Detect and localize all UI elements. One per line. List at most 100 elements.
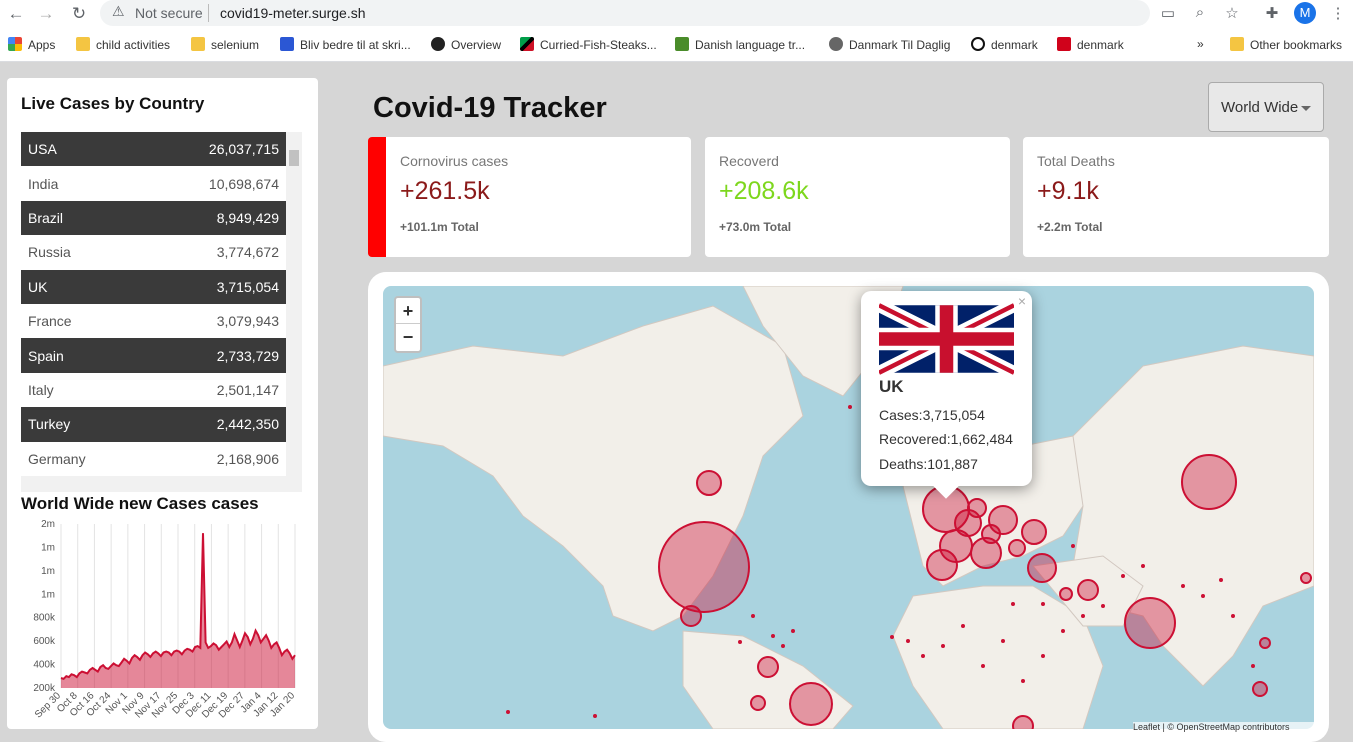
- circle-ukraine[interactable]: [1021, 519, 1047, 545]
- case-dot[interactable]: [1041, 654, 1045, 658]
- case-dot[interactable]: [921, 654, 925, 658]
- table-row[interactable]: Italy 2,501,147: [21, 372, 286, 408]
- table-row[interactable]: Spain 2,733,729: [21, 338, 286, 373]
- cast-icon[interactable]: ▭: [1158, 4, 1178, 22]
- case-dot[interactable]: [1021, 679, 1025, 683]
- map-attribution[interactable]: Leaflet | © OpenStreetMap contributors: [1133, 722, 1314, 732]
- circle-iraq[interactable]: [1059, 587, 1073, 601]
- case-dot[interactable]: [781, 644, 785, 648]
- case-dot[interactable]: [961, 624, 965, 628]
- bookmark-bliv[interactable]: Bliv bedre til at skri...: [280, 37, 411, 52]
- scrollbar-thumb[interactable]: [289, 150, 299, 166]
- zoom-out-button[interactable]: −: [396, 324, 420, 350]
- map-canvas[interactable]: [383, 286, 1314, 729]
- case-dot[interactable]: [738, 640, 742, 644]
- circle-czechia[interactable]: [981, 524, 1001, 544]
- circle-colombia[interactable]: [757, 656, 779, 678]
- case-dot[interactable]: [890, 635, 894, 639]
- circle-peru[interactable]: [750, 695, 766, 711]
- case-dot[interactable]: [1001, 639, 1005, 643]
- table-row[interactable]: USA 26,037,715: [21, 132, 286, 167]
- circle-usa[interactable]: [658, 521, 750, 613]
- case-dot[interactable]: [1041, 602, 1045, 606]
- back-icon[interactable]: ←: [4, 4, 28, 24]
- table-row[interactable]: Russia 3,774,672: [21, 235, 286, 270]
- case-dot[interactable]: [1011, 602, 1015, 606]
- case-dot[interactable]: [1101, 604, 1105, 608]
- case-dot[interactable]: [1201, 594, 1205, 598]
- table-row[interactable]: France 3,079,943: [21, 303, 286, 339]
- circle-spain[interactable]: [926, 549, 958, 581]
- warning-icon[interactable]: ⚠: [112, 3, 125, 20]
- circle-romania[interactable]: [1008, 539, 1026, 557]
- star-icon[interactable]: ☆: [1222, 4, 1242, 22]
- bookmark-curried[interactable]: Curried-Fish-Steaks...: [520, 37, 657, 52]
- case-dot[interactable]: [1181, 584, 1185, 588]
- case-dot[interactable]: [1141, 564, 1145, 568]
- circle-india[interactable]: [1124, 597, 1176, 649]
- bookmark-other[interactable]: Other bookmarks: [1230, 37, 1342, 52]
- circle-russia[interactable]: [1181, 454, 1237, 510]
- case-dot[interactable]: [1061, 629, 1065, 633]
- table-row[interactable]: UK 3,715,054: [21, 269, 286, 304]
- circle-netherlands[interactable]: [967, 498, 987, 518]
- case-dot[interactable]: [506, 710, 510, 714]
- case-dot[interactable]: [1071, 544, 1075, 548]
- case-dot[interactable]: [941, 644, 945, 648]
- bookmark-child-activities[interactable]: child activities: [76, 37, 170, 52]
- bookmark-selenium[interactable]: selenium: [191, 37, 259, 52]
- case-dot[interactable]: [593, 714, 597, 718]
- circle-canada[interactable]: [696, 470, 722, 496]
- profile-avatar[interactable]: M: [1294, 2, 1316, 24]
- recovered-card[interactable]: Recoverd +208.6k +73.0m Total: [705, 137, 1010, 257]
- bookmark-denmark-quora[interactable]: denmark: [971, 37, 1038, 52]
- bookmark-danmark[interactable]: Danmark Til Daglig: [829, 37, 950, 52]
- reload-icon[interactable]: ↻: [67, 4, 91, 24]
- zoom-icon[interactable]: ⌕: [1190, 4, 1210, 21]
- menu-icon[interactable]: ⋮: [1328, 4, 1348, 22]
- vertical-scrollbar[interactable]: [286, 132, 302, 476]
- case-dot[interactable]: [981, 664, 985, 668]
- case-dot[interactable]: [1231, 614, 1235, 618]
- horizontal-scrollbar[interactable]: [21, 476, 302, 492]
- case-dot[interactable]: [751, 614, 755, 618]
- bookmark-apps[interactable]: Apps: [8, 37, 55, 52]
- world-map[interactable]: [383, 286, 1314, 729]
- circle-japan[interactable]: [1300, 572, 1312, 584]
- security-label[interactable]: Not secure: [135, 5, 203, 21]
- zoom-in-button[interactable]: +: [396, 298, 420, 324]
- case-dot[interactable]: [1219, 578, 1223, 582]
- deaths-card[interactable]: Total Deaths +9.1k +2.2m Total: [1023, 137, 1329, 257]
- table-row[interactable]: India 10,698,674: [21, 166, 286, 201]
- cases-card[interactable]: Cornovirus cases +261.5k +101.1m Total: [368, 137, 691, 257]
- close-icon[interactable]: ×: [1018, 293, 1026, 309]
- extensions-icon[interactable]: ✚: [1262, 4, 1282, 22]
- circle-south-africa[interactable]: [1012, 715, 1034, 729]
- case-dot[interactable]: [771, 634, 775, 638]
- case-dot[interactable]: [848, 405, 852, 409]
- circle-iran[interactable]: [1077, 579, 1099, 601]
- more-bookmarks[interactable]: »: [1197, 37, 1204, 51]
- bookmark-overview[interactable]: Overview: [431, 37, 501, 52]
- circle-turkey[interactable]: [1027, 553, 1057, 583]
- table-row[interactable]: Turkey 2,442,350: [21, 407, 286, 442]
- zoom-control[interactable]: + −: [394, 296, 422, 353]
- case-dot[interactable]: [906, 639, 910, 643]
- table-row[interactable]: Germany 2,168,906: [21, 441, 286, 476]
- table-row[interactable]: Brazil 8,949,429: [21, 200, 286, 236]
- circle-indonesia[interactable]: [1252, 681, 1268, 697]
- address-bar[interactable]: ⚠ Not secure covid19-meter.surge.sh: [100, 0, 1150, 26]
- case-dot[interactable]: [1081, 614, 1085, 618]
- bookmark-danish[interactable]: Danish language tr...: [675, 37, 805, 52]
- bookmark-denmark-ek[interactable]: denmark: [1057, 37, 1124, 52]
- circle-mexico[interactable]: [680, 605, 702, 627]
- url-text[interactable]: covid19-meter.surge.sh: [220, 5, 366, 21]
- case-dot[interactable]: [1251, 664, 1255, 668]
- country-table[interactable]: USA 26,037,715 India 10,698,674 Brazil 8,94…: [21, 132, 286, 476]
- case-dot[interactable]: [791, 629, 795, 633]
- circle-brazil[interactable]: [789, 682, 833, 726]
- forward-icon[interactable]: →: [34, 4, 58, 24]
- case-dot[interactable]: [1121, 574, 1125, 578]
- region-select[interactable]: World Wide: [1208, 82, 1324, 132]
- circle-philippines[interactable]: [1259, 637, 1271, 649]
